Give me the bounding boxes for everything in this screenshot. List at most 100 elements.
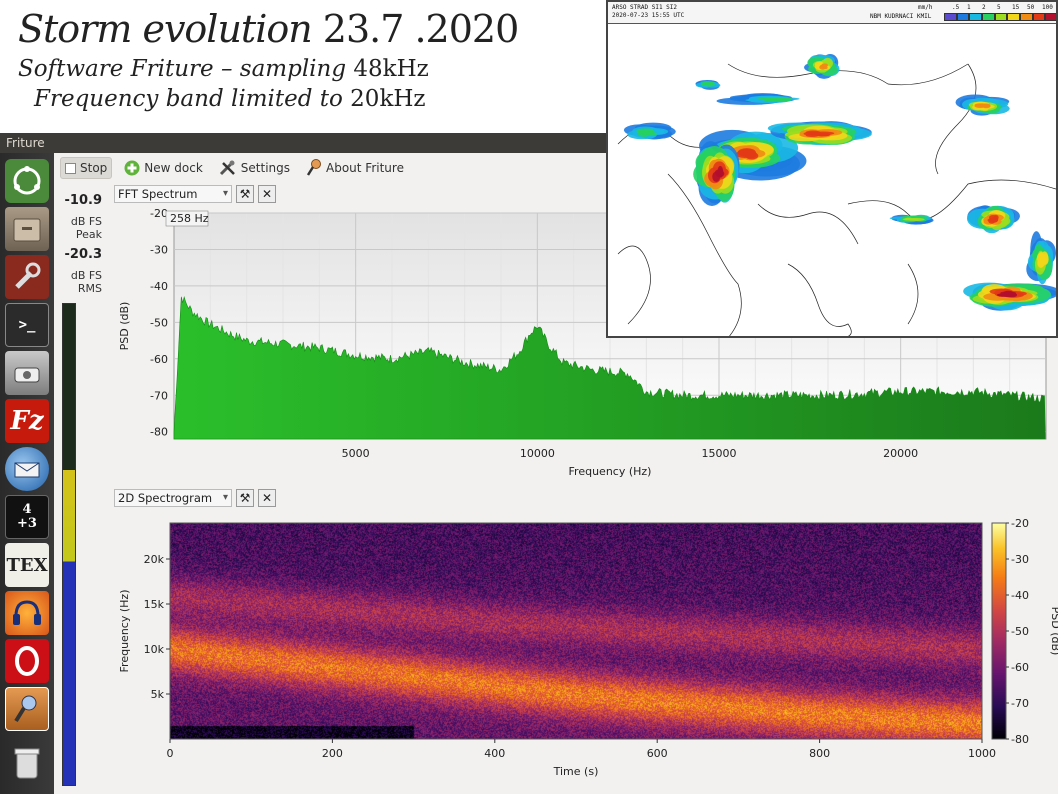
fft-close-button[interactable]: ✕ (258, 185, 276, 203)
spec-xtick-label: 800 (809, 747, 830, 760)
new-dock-button[interactable]: New dock (120, 157, 207, 179)
colorbar-tick-label: -70 (1011, 697, 1029, 710)
tools-icon: ⚒ (239, 491, 251, 505)
peak-label: Peak (75, 228, 102, 241)
spec-xtick-label: 0 (167, 747, 174, 760)
radar-scale-label: 100 (1042, 4, 1053, 11)
radar-coastline (727, 63, 969, 86)
radar-echo (803, 131, 821, 136)
colorbar-tick-label: -80 (1011, 733, 1029, 746)
about-label: About Friture (326, 161, 404, 175)
radar-scale-swatch (969, 13, 983, 21)
fft-widget-selector[interactable]: FFT Spectrum (114, 185, 232, 203)
fft-y-axis-label: PSD (dB) (118, 302, 131, 351)
radar-scale-swatch (1032, 13, 1046, 21)
window-title: Friture (6, 136, 45, 150)
spec-xtick-label: 400 (484, 747, 505, 760)
ubuntu-icon[interactable] (5, 159, 49, 203)
fft-xtick-label: 5000 (342, 447, 370, 460)
stop-checkbox[interactable] (65, 162, 76, 174)
radar-precip-cell (966, 205, 1020, 234)
rms-value: -20.3 (64, 247, 102, 262)
trash-icon[interactable] (5, 741, 49, 785)
radar-scale-label: 2 (982, 4, 986, 11)
spectrogram-canvas (170, 523, 982, 739)
radar-precip-cell (693, 141, 740, 206)
fft-ytick-label: -40 (150, 280, 168, 293)
radar-scale-swatch (994, 13, 1008, 21)
system-settings-icon[interactable] (5, 255, 49, 299)
launcher: >_ Fz 4 +3 TEX (0, 153, 54, 794)
audacity-icon[interactable] (5, 591, 49, 635)
radar-echo (996, 293, 1014, 297)
about-button[interactable]: About Friture (302, 156, 408, 180)
colorbar-tick-label: -20 (1011, 517, 1029, 530)
fft-ytick-label: -50 (150, 316, 168, 329)
calculator-icon[interactable]: 4 +3 (5, 495, 49, 539)
stop-button[interactable]: Stop (60, 157, 113, 179)
spec-ytick-label: 15k (144, 598, 165, 611)
close-icon: ✕ (261, 491, 273, 505)
title-line-3: Frequency band limited to 20kHz (34, 86, 426, 112)
radar-scale-label: 5 (997, 4, 1001, 11)
thunderbird-icon[interactable] (5, 447, 49, 491)
radar-scale-labels: .5 1 2 5 15 50 100 (944, 4, 1056, 12)
radar-echo (707, 82, 714, 85)
radar-echo (643, 131, 658, 136)
friture-icon[interactable] (5, 687, 49, 731)
radar-echo (987, 218, 998, 223)
radar-precip-cell (695, 79, 721, 90)
title-line-1: Storm evolution 23.7 .2020 (18, 7, 519, 51)
radar-scale-label: 50 (1027, 4, 1035, 11)
radar-echo (756, 97, 786, 101)
rms-label: RMS (77, 282, 102, 295)
spectrogram-settings-button[interactable]: ⚒ (236, 489, 254, 507)
stop-label: Stop (80, 161, 108, 175)
spectrogram-widget-selector[interactable]: 2D Spectrogram (114, 489, 232, 507)
spec-ytick-label: 10k (144, 643, 165, 656)
radar-scale-swatch (982, 13, 995, 21)
fft-ytick-label: -80 (150, 426, 168, 439)
radar-coastline (787, 263, 852, 336)
radar-echo (902, 218, 915, 221)
spec-ytick-label: 20k (144, 553, 165, 566)
title-block: Storm evolution 23.7 .2020 Software Frit… (18, 6, 519, 114)
spectrogram-plot[interactable]: 0 200 400 600 800 1000 5k 10k 15k 20k Time (s) Freq… (112, 513, 1058, 793)
radar-precip-cell (955, 94, 1010, 116)
settings-button[interactable]: Settings (215, 157, 294, 179)
new-dock-label: New dock (144, 161, 203, 175)
tools-icon: ⚒ (239, 187, 251, 201)
software-updater-icon[interactable] (5, 351, 49, 395)
texmaker-icon[interactable]: TEX (5, 543, 49, 587)
fft-ytick-label: -30 (150, 243, 168, 256)
spec-xtick-label: 1000 (968, 747, 996, 760)
radar-precip-cell (1026, 231, 1056, 285)
fft-ytick-label: -60 (150, 353, 168, 366)
radar-scale-swatch (944, 13, 957, 21)
radar-legend-text: NBM KUDRNACI KMIL (870, 13, 932, 20)
settings-label: Settings (240, 161, 290, 175)
colorbar-tick-label: -30 (1011, 553, 1029, 566)
files-icon[interactable] (5, 207, 49, 251)
radar-echo (981, 103, 991, 109)
terminal-icon[interactable]: >_ (5, 303, 49, 347)
spectrogram-close-button[interactable]: ✕ (258, 489, 276, 507)
radar-map: ARSO STRAD SI1 SI2 2020-07-23 15:55 UTC … (606, 0, 1058, 338)
fft-cursor-text: 258 Hz (170, 212, 209, 225)
window-title-bar: Friture (0, 133, 610, 153)
radar-image (617, 53, 1056, 336)
radar-scale-label: 1 (967, 4, 971, 11)
close-icon: ✕ (261, 187, 273, 201)
radar-echo (745, 152, 759, 160)
filezilla-icon[interactable]: Fz (5, 399, 49, 443)
radar-title: ARSO STRAD SI1 SI2 (612, 4, 678, 11)
tools-icon (219, 160, 235, 176)
radar-scale-label: .5 (952, 4, 960, 11)
microphone-icon (306, 159, 321, 176)
opera-icon[interactable] (5, 639, 49, 683)
radar-timestamp: 2020-07-23 15:55 UTC (612, 12, 685, 19)
spectrogram-image (170, 523, 982, 739)
fft-settings-button[interactable]: ⚒ (236, 185, 254, 203)
radar-scale-swatch (1020, 13, 1033, 21)
fft-dock-header: FFT Spectrum ⚒ ✕ (114, 185, 276, 203)
